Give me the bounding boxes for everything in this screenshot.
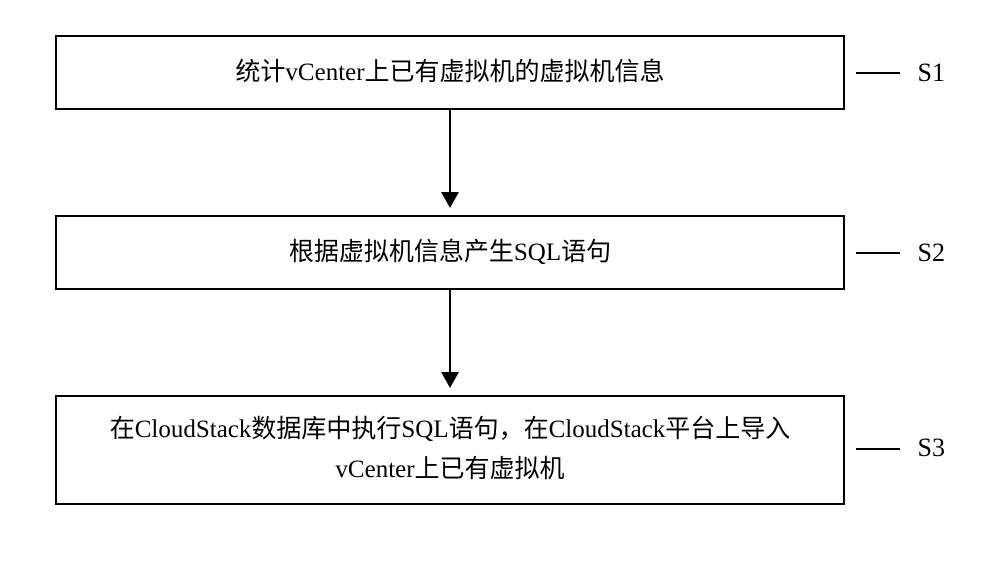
step-label-2: S2 <box>918 238 945 268</box>
arrow-line-icon <box>449 290 451 375</box>
connector-line-2 <box>856 252 900 254</box>
arrow-1 <box>55 110 845 215</box>
flowchart-step-1: 统计vCenter上已有虚拟机的虚拟机信息 <box>55 35 845 110</box>
step-label-3: S3 <box>918 433 945 463</box>
step-3-text: 在CloudStack数据库中执行SQL语句，在CloudStack平台上导入v… <box>77 410 823 490</box>
connector-line-1 <box>856 72 900 74</box>
connector-line-3 <box>856 448 900 450</box>
flowchart-step-3: 在CloudStack数据库中执行SQL语句，在CloudStack平台上导入v… <box>55 395 845 505</box>
step-1-text: 统计vCenter上已有虚拟机的虚拟机信息 <box>235 53 664 93</box>
arrow-2 <box>55 290 845 395</box>
arrow-head-icon <box>441 372 459 388</box>
flowchart-container: 统计vCenter上已有虚拟机的虚拟机信息 根据虚拟机信息产生SQL语句 在Cl… <box>55 35 845 505</box>
arrow-head-icon <box>441 192 459 208</box>
step-label-1: S1 <box>918 58 945 88</box>
step-2-text: 根据虚拟机信息产生SQL语句 <box>289 233 611 273</box>
arrow-line-icon <box>449 110 451 195</box>
flowchart-step-2: 根据虚拟机信息产生SQL语句 <box>55 215 845 290</box>
